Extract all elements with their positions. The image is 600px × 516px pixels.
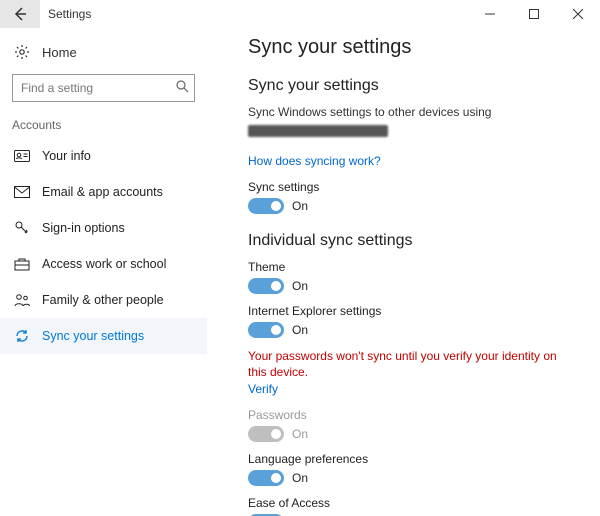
redacted-account [248,125,388,137]
toggle-state: On [292,427,308,441]
toggle-sync-settings[interactable] [248,198,284,214]
sidebar-item-family-people[interactable]: Family & other people [0,282,207,318]
toggle-language[interactable] [248,470,284,486]
field-label: Sync settings [248,180,580,194]
help-link[interactable]: How does syncing work? [248,154,381,168]
field-label: Language preferences [248,452,580,466]
field-label: Theme [248,260,580,274]
close-button[interactable] [556,0,600,28]
sidebar-item-label: Access work or school [32,257,166,271]
field-passwords: Passwords On [248,408,580,442]
search-box[interactable] [12,74,195,102]
maximize-icon [529,9,539,19]
field-ie-settings: Internet Explorer settings On [248,304,580,338]
sidebar-item-label: Sync your settings [32,329,144,343]
back-button[interactable] [0,0,40,28]
toggle-state: On [292,323,308,337]
toggle-state: On [292,279,308,293]
toggle-ie[interactable] [248,322,284,338]
sidebar-item-label: Family & other people [32,293,164,307]
section-title: Individual sync settings [248,232,580,250]
search-input[interactable] [12,74,195,102]
minimize-icon [485,9,495,19]
toggle-passwords [248,426,284,442]
sidebar-item-your-info[interactable]: Your info [0,138,207,174]
sync-icon [12,328,32,344]
toggle-theme[interactable] [248,278,284,294]
titlebar: Settings [0,0,600,28]
sidebar-item-sync-settings[interactable]: Sync your settings [0,318,207,354]
sidebar-section-title: Accounts [0,116,207,138]
maximize-button[interactable] [512,0,556,28]
close-icon [573,9,583,19]
person-card-icon [12,150,32,162]
sidebar-item-label: Email & app accounts [32,185,163,199]
page-title: Sync your settings [248,36,580,59]
key-icon [12,220,32,236]
sync-description: Sync Windows settings to other devices u… [248,105,580,119]
sidebar-item-signin-options[interactable]: Sign-in options [0,210,207,246]
sidebar-item-access-work-school[interactable]: Access work or school [0,246,207,282]
section-title: Sync your settings [248,77,580,95]
sidebar-item-label: Your info [32,149,91,163]
field-label: Internet Explorer settings [248,304,580,318]
people-icon [12,293,32,307]
field-ease-of-access: Ease of Access On [248,496,580,516]
home-label: Home [32,45,77,60]
field-sync-settings: Sync settings On [248,180,580,214]
content-area: Sync your settings Sync your settings Sy… [208,28,600,516]
sidebar-item-label: Sign-in options [32,221,125,235]
gear-icon [12,44,32,60]
briefcase-icon [12,257,32,271]
home-nav[interactable]: Home [0,36,207,68]
toggle-state: On [292,471,308,485]
field-label: Passwords [248,408,580,422]
minimize-button[interactable] [468,0,512,28]
search-icon [175,79,189,98]
envelope-icon [12,186,32,198]
toggle-state: On [292,199,308,213]
password-warning: Your passwords won't sync until you veri… [248,348,568,380]
window-title: Settings [40,7,468,21]
verify-link[interactable]: Verify [248,382,278,396]
sidebar-item-email-accounts[interactable]: Email & app accounts [0,174,207,210]
field-theme: Theme On [248,260,580,294]
sidebar: Home Accounts Your info Email & app acco… [0,28,208,516]
field-language: Language preferences On [248,452,580,486]
field-label: Ease of Access [248,496,580,510]
arrow-left-icon [12,6,28,22]
